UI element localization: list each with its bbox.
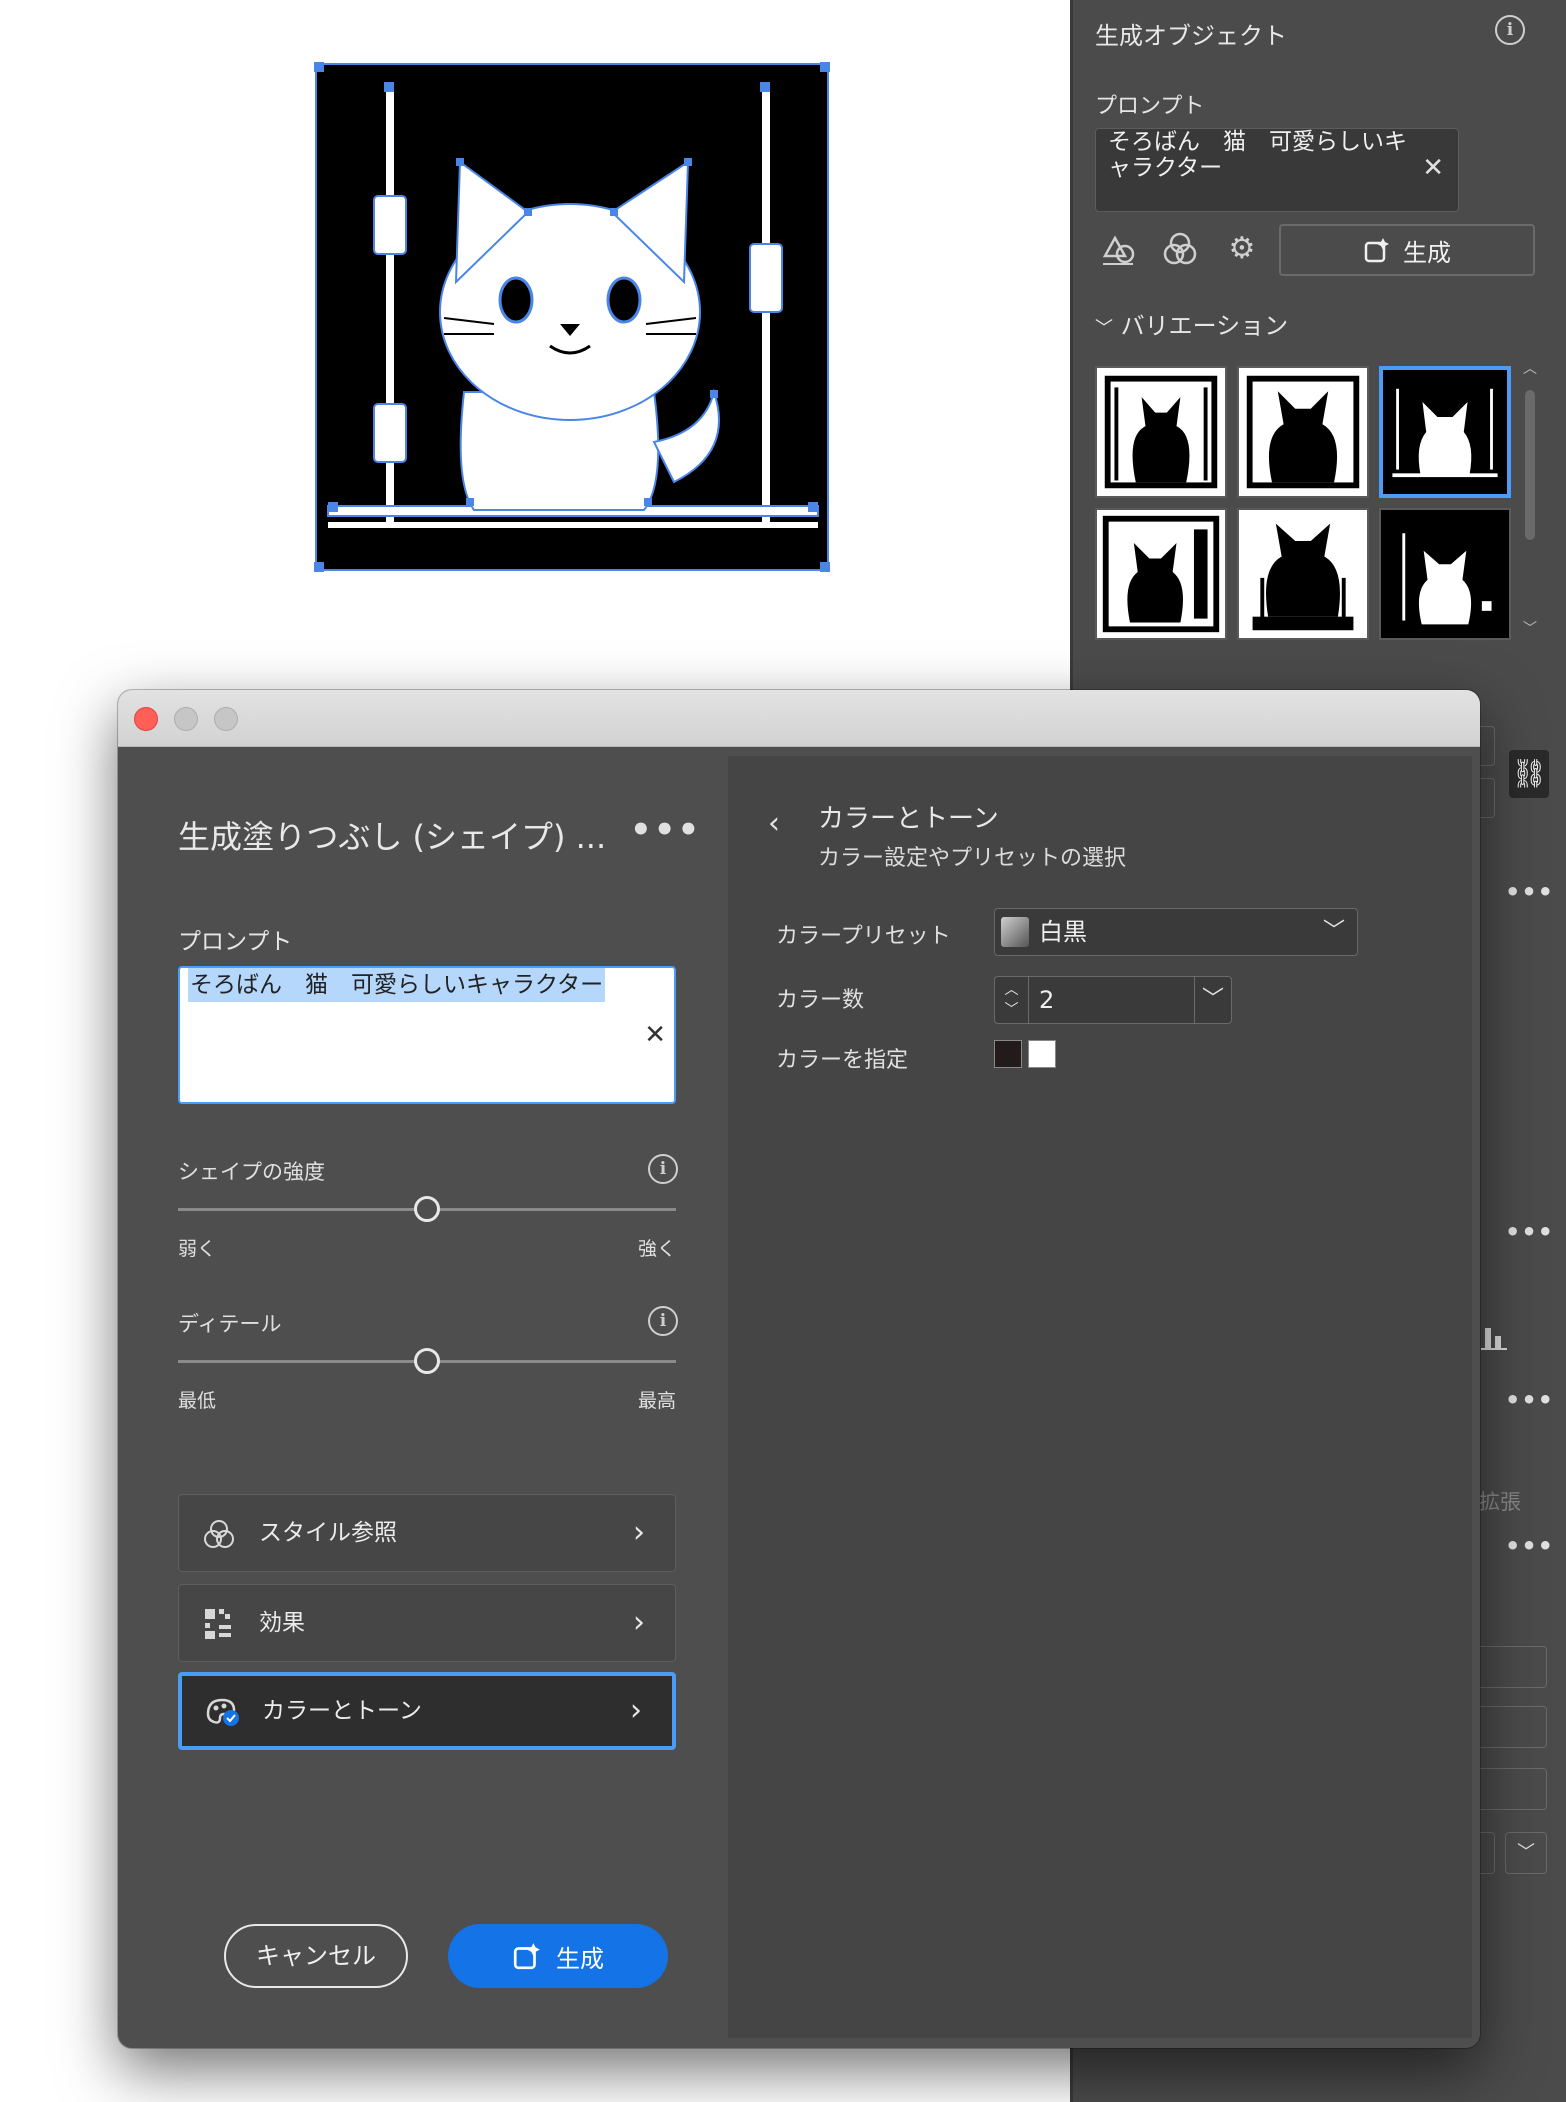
variation-thumbnail[interactable] [1095,366,1227,498]
generate-button[interactable]: 生成 [1279,224,1535,276]
generative-fill-dialog: 生成塗りつぶし (シェイプ) ... ••• プロンプト そろばん 猫 可愛らし… [118,690,1480,2048]
variation-thumbnail-selected[interactable] [1379,366,1511,498]
chevron-right-icon: › [633,1515,645,1550]
color-preset-label: カラープリセット [776,924,951,949]
more-options-icon[interactable]: ••• [1505,1218,1554,1246]
detail-knob[interactable] [414,1348,440,1374]
info-icon[interactable]: i [648,1154,678,1184]
variations-label: バリエーション [1120,312,1289,340]
panel-field[interactable] [1473,1706,1547,1748]
color-count-label: カラー数 [776,988,865,1013]
chevron-down-icon: ﹀ [1095,318,1113,339]
chart-icon[interactable] [1481,1326,1507,1350]
cancel-button[interactable]: キャンセル [224,1924,408,1988]
shape-strength-min-label: 弱く [178,1238,217,1260]
generate-button[interactable]: 生成 [448,1924,668,1988]
prompt-text-selected[interactable]: そろばん 猫 可愛らしいキャラクター [188,968,606,1002]
more-options-icon[interactable]: ••• [1505,1386,1554,1414]
nav-color-tone[interactable]: カラーとトーン › [178,1672,676,1750]
color-count-value[interactable]: 2 [1039,977,1054,1023]
pane-title: カラーとトーン [818,804,999,834]
shape-strength-max-label: 強く [638,1238,677,1260]
effects-icon [201,1607,237,1641]
prompt-label: プロンプト [1095,94,1205,119]
generate-label: 生成 [1403,238,1451,267]
variations-toggle[interactable]: ﹀ バリエーション [1095,306,1288,341]
variation-thumbnail[interactable] [1379,508,1511,640]
variation-thumbnail[interactable] [1095,508,1227,640]
link-icon[interactable]: ⛓ [1509,750,1549,798]
prompt-label: プロンプト [178,929,293,955]
nav-label: スタイル参照 [259,1520,397,1546]
style-reference-icon[interactable] [1159,228,1201,270]
panel-field[interactable] [1473,1646,1547,1688]
stepper-arrows-icon[interactable]: ︿ ﹀ [995,977,1029,1023]
info-icon[interactable]: i [648,1306,678,1336]
minimize-window-button[interactable] [174,707,198,731]
more-options-icon[interactable]: ••• [1505,878,1554,906]
dialog-title: 生成塗りつぶし (シェイプ) ... [178,818,607,856]
shape-strength-knob[interactable] [414,1196,440,1222]
specify-color-label: カラーを指定 [776,1048,909,1073]
generate-label: 生成 [556,1944,604,1973]
window-titlebar[interactable] [118,690,1480,747]
chevron-right-icon: › [630,1693,642,1728]
generate-icon [1364,238,1389,263]
chevron-down-icon[interactable]: ﹀ [1194,977,1231,1023]
gear-icon[interactable]: ⚙ [1221,228,1263,270]
chevron-down-icon: ﹀ [1322,919,1345,944]
clear-icon[interactable]: ✕ [644,1020,666,1050]
panel-field[interactable] [1473,1768,1547,1810]
nav-style-reference[interactable]: スタイル参照 › [178,1494,676,1572]
color-swatch-1[interactable] [994,1040,1022,1068]
detail-label: ディテール [178,1312,282,1336]
prompt-field[interactable]: そろばん 猫 可愛らしいキャラクター ✕ [1095,128,1459,212]
chevron-right-icon: › [633,1605,645,1640]
variation-thumbnail[interactable] [1237,508,1369,640]
color-tone-pane: ‹ カラーとトーン カラー設定やプリセットの選択 カラープリセット 白黒 ﹀ カ… [728,756,1472,2038]
prompt-text[interactable]: そろばん 猫 可愛らしいキャラクター [1108,129,1408,181]
shape-tool-icon[interactable] [1097,228,1139,270]
color-count-stepper[interactable]: ︿ ﹀ 2 ﹀ [994,976,1232,1024]
color-swatch-2[interactable] [1028,1040,1056,1068]
nav-effects[interactable]: 効果 › [178,1584,676,1662]
zoom-window-button[interactable] [214,707,238,731]
preset-thumbnail [1001,917,1029,947]
color-preset-value: 白黒 [1039,918,1087,946]
color-tone-icon [204,1694,240,1728]
prompt-input[interactable]: そろばん 猫 可愛らしいキャラクター ✕ [178,966,676,1104]
style-reference-icon [201,1517,237,1551]
panel-title: 生成オブジェクト [1095,22,1287,50]
info-icon[interactable]: i [1495,15,1525,45]
close-window-button[interactable] [134,707,158,731]
back-chevron-icon[interactable]: ‹ [768,806,780,841]
variation-thumbnail[interactable] [1237,366,1369,498]
generate-icon [513,1943,540,1970]
more-options-icon[interactable]: ••• [1505,1532,1554,1560]
detail-min-label: 最低 [178,1390,217,1412]
detail-max-label: 最高 [638,1390,677,1412]
clear-icon[interactable]: ✕ [1422,153,1444,183]
scrollbar-thumb[interactable] [1525,390,1535,540]
pane-subtitle: カラー設定やプリセットの選択 [818,846,1127,871]
panel-dropdown[interactable]: ﹀ [1505,1832,1547,1874]
canvas-artwork[interactable] [314,62,830,572]
nav-label: 効果 [259,1610,305,1636]
cat-abacus-artwork [314,62,830,572]
nav-label: カラーとトーン [262,1698,422,1724]
expand-button-partial[interactable]: 拡張 [1479,1486,1521,1516]
color-preset-select[interactable]: 白黒 ﹀ [994,908,1358,956]
shape-strength-label: シェイプの強度 [178,1160,325,1184]
more-options-button[interactable]: ••• [630,810,701,850]
